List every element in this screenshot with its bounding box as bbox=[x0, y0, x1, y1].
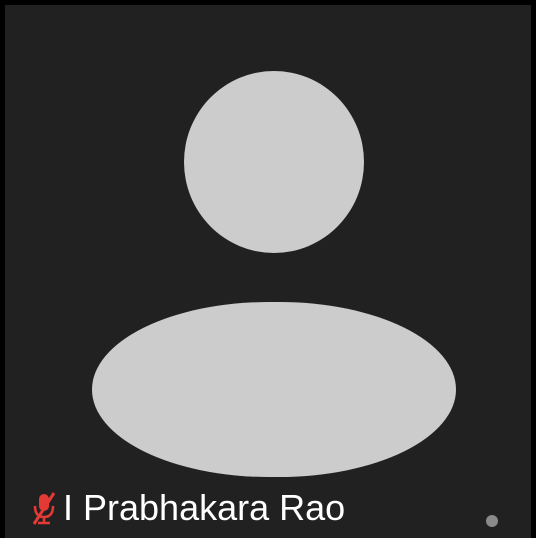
participant-name: I Prabhakara Rao bbox=[63, 487, 346, 528]
status-dot bbox=[486, 515, 498, 527]
avatar-body bbox=[92, 302, 456, 477]
avatar-head bbox=[184, 71, 364, 253]
participant-name-bar: I Prabhakara Rao bbox=[31, 486, 345, 530]
mic-off-icon bbox=[31, 490, 57, 526]
video-tile[interactable]: I Prabhakara Rao bbox=[5, 5, 531, 538]
